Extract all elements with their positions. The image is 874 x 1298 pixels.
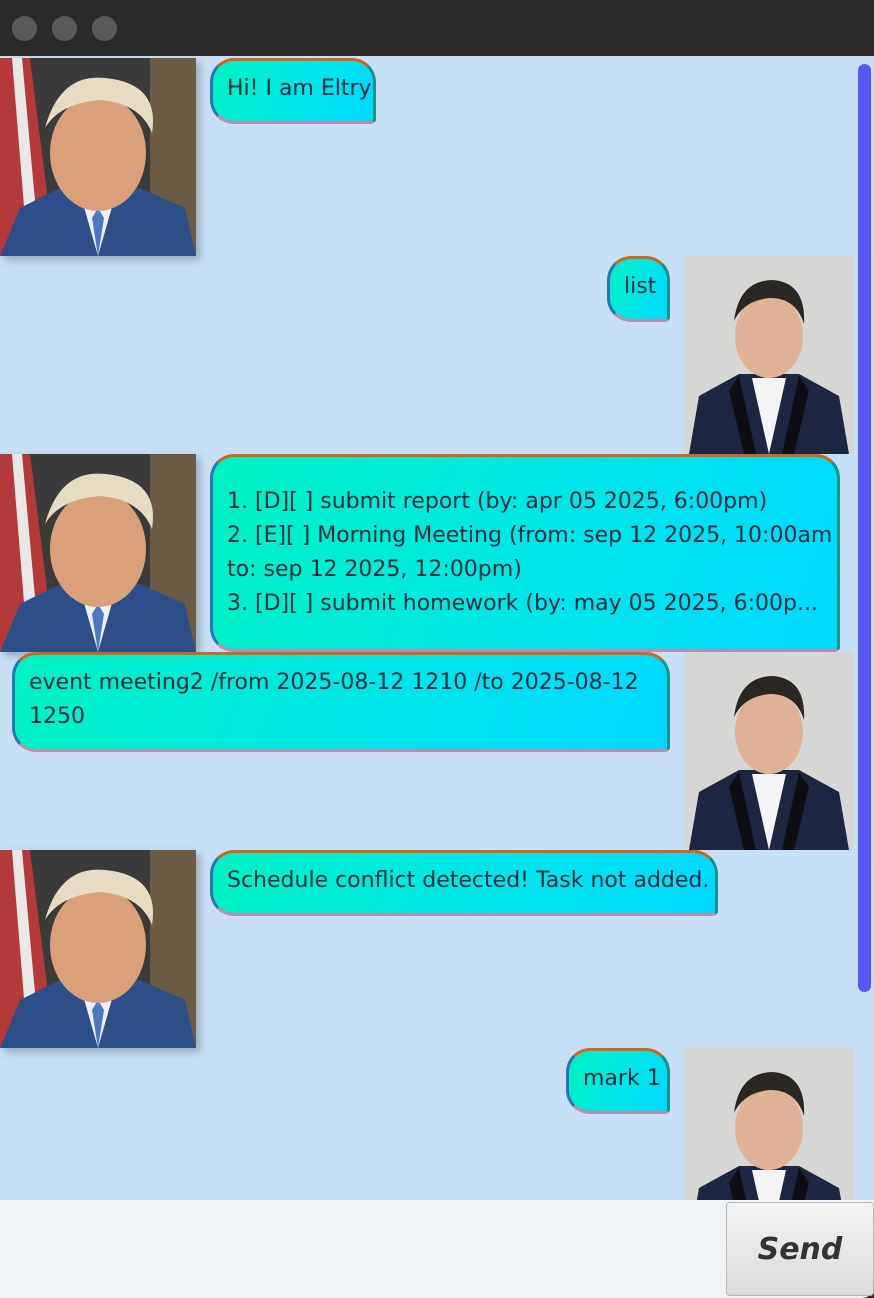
bot-avatar-icon — [0, 850, 196, 1048]
zoom-window-button[interactable] — [92, 16, 117, 41]
bot-avatar-icon — [0, 58, 196, 256]
scrollbar-thumb[interactable] — [858, 64, 871, 992]
chat-scroll-pane[interactable]: Hi! I am Eltry list 1. [D][ ] submit rep… — [0, 56, 874, 1200]
send-button[interactable]: Send — [726, 1202, 874, 1296]
bot-avatar-icon — [0, 454, 196, 652]
user-avatar — [684, 256, 854, 454]
user-avatar — [684, 1048, 854, 1200]
bot-avatar — [0, 850, 196, 1048]
user-avatar-icon — [684, 652, 854, 850]
window-titlebar — [0, 0, 874, 56]
minimize-window-button[interactable] — [52, 16, 77, 41]
bot-avatar — [0, 454, 196, 652]
message-bubble: Hi! I am Eltry — [210, 58, 376, 124]
bot-avatar — [0, 58, 196, 256]
message-bubble: list — [607, 256, 670, 322]
message-bubble: mark 1 — [566, 1048, 670, 1114]
message-bubble: event meeting2 /from 2025-08-12 1210 /to… — [12, 652, 670, 752]
input-bar: Send — [0, 1200, 874, 1298]
message-bubble: 1. [D][ ] submit report (by: apr 05 2025… — [210, 454, 840, 652]
close-window-button[interactable] — [12, 16, 37, 41]
user-avatar-icon — [684, 256, 854, 454]
user-avatar — [684, 652, 854, 850]
message-input[interactable] — [0, 1200, 724, 1298]
message-bubble: Schedule conflict detected! Task not add… — [210, 850, 718, 916]
user-avatar-icon — [684, 1048, 854, 1200]
